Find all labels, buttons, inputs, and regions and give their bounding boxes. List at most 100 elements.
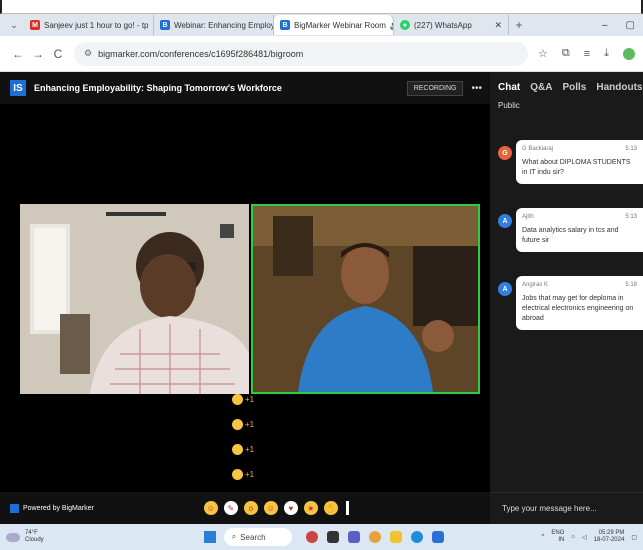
sender-name: Angiras K [522, 282, 549, 288]
chat-message-list: G G Backiaraj 5:13 What about DIPLOMA ST… [490, 138, 643, 342]
cloud-icon [6, 532, 20, 542]
reaction-divider [345, 501, 349, 515]
recording-badge: RECORDING [406, 80, 464, 96]
profile-avatar[interactable] [623, 47, 635, 60]
chat-message: A Ajith 5:13 Data analytics salary in tc… [490, 206, 643, 274]
language-indicator[interactable]: ENG IN [551, 530, 564, 544]
bookmark-star-icon[interactable]: ☆ [538, 47, 548, 60]
window-top-edge [0, 0, 643, 14]
windows-start-icon[interactable] [203, 531, 216, 543]
url-field[interactable]: ⚙ bigmarker.com/conferences/c1695f286481… [74, 41, 528, 66]
chat-channel-public[interactable]: Public [490, 93, 643, 118]
search-placeholder: Search [240, 532, 266, 542]
chat-message: G G Backiaraj 5:13 What about DIPLOMA ST… [490, 138, 643, 206]
taskbar-apps [305, 531, 444, 543]
site-info-icon[interactable]: ⚙ [84, 48, 92, 59]
tray-chevron-icon[interactable]: ^ [542, 534, 545, 540]
presenter-1-video [20, 204, 249, 394]
webinar-logo: IS [10, 80, 26, 96]
webinar-title: Enhancing Employability: Shaping Tomorro… [34, 83, 282, 93]
tab-qa[interactable]: Q&A [530, 82, 552, 93]
chat-bubble: G Backiaraj 5:13 What about DIPLOMA STUD… [516, 140, 643, 185]
more-options-button[interactable]: ••• [471, 83, 482, 94]
bigmarker-icon: B [160, 20, 170, 30]
chrome-icon[interactable] [368, 531, 381, 543]
wow-reaction-icon[interactable]: o [243, 501, 258, 515]
message-text: Data analytics salary in tcs and future … [522, 227, 619, 245]
forward-icon[interactable]: → [28, 47, 48, 61]
thumbs-reaction-icon[interactable]: ✋ [323, 501, 338, 515]
url-text: bigmarker.com/conferences/c1695f286481/b… [98, 48, 304, 59]
new-tab-icon[interactable]: + [509, 18, 529, 32]
tab-polls[interactable]: Polls [562, 82, 586, 93]
message-text: Jobs that may get for deploma in electri… [522, 295, 634, 323]
video-tile-presenter-2[interactable] [251, 204, 480, 394]
volume-icon[interactable]: ◁ [582, 534, 587, 541]
search-icon: ⌕ [231, 532, 237, 541]
smiley-icon [232, 394, 243, 405]
emoji-reaction: +1 [232, 419, 254, 430]
minimize-icon[interactable]: – [602, 20, 608, 31]
browser-tab-bar: ⌄ M Sanjeev just 1 hour to go! - tp ✕ B … [0, 14, 643, 36]
emoji-reaction: +1 [232, 394, 254, 405]
taskbar-search[interactable]: ⌕ Search [223, 528, 292, 546]
message-meta: Ajith 5:13 [522, 214, 637, 220]
chat-message-input[interactable]: Type your message here... [490, 492, 643, 524]
tab-search-chevron-icon[interactable]: ⌄ [4, 20, 24, 31]
webinar-header: IS Enhancing Employability: Shaping Tomo… [0, 72, 490, 104]
back-icon[interactable]: ← [8, 47, 28, 61]
file-explorer-icon[interactable] [389, 531, 402, 543]
laugh-reaction-icon[interactable]: ☺ [203, 501, 218, 515]
gmail-icon: M [30, 20, 40, 30]
smile-reaction-icon[interactable]: ☺ [263, 501, 278, 515]
chat-message: A Angiras K 5:18 Jobs that may get for d… [490, 274, 643, 342]
avatar: G [498, 146, 512, 160]
party-reaction-icon[interactable]: ★ [303, 501, 318, 515]
widget-app-icon[interactable] [305, 531, 318, 543]
tab-gmail[interactable]: M Sanjeev just 1 hour to go! - tp ✕ [24, 15, 154, 35]
bigmarker-icon: B [280, 20, 290, 30]
maximize-icon[interactable]: ▢ [626, 20, 635, 31]
weather-widget[interactable]: 74°F Cloudy [6, 530, 44, 544]
heart-reaction-icon[interactable]: ♥ [283, 501, 298, 515]
chat-bubble: Angiras K 5:18 Jobs that may get for dep… [516, 276, 643, 331]
network-icon[interactable]: ⌂ [571, 534, 575, 540]
tab-handouts[interactable]: Handouts [596, 82, 642, 93]
store-icon[interactable] [431, 531, 444, 543]
tab-whatsapp[interactable]: ● (227) WhatsApp ✕ [394, 15, 509, 35]
edge-icon[interactable] [410, 531, 423, 543]
emoji-reaction: +1 [232, 469, 254, 480]
powered-by-link[interactable]: Powered by BigMarker [10, 503, 94, 513]
chat-panel: Chat Q&A Polls Handouts Public G G Backi… [490, 72, 643, 524]
tab-label: Webinar: Enhancing Employabil [174, 20, 273, 30]
reading-list-icon[interactable]: ≡ [584, 48, 590, 60]
emoji-reaction: +1 [232, 444, 254, 455]
weather-desc: Cloudy [25, 537, 44, 543]
chat-tab-bar: Chat Q&A Polls Handouts [490, 72, 643, 93]
tab-label: BigMarker Webinar Room [294, 20, 386, 30]
message-time: 5:13 [625, 146, 637, 152]
task-view-icon[interactable] [326, 531, 339, 543]
teams-icon[interactable] [347, 531, 360, 543]
tab-webinar[interactable]: B Webinar: Enhancing Employabil ✕ [154, 15, 274, 35]
notification-icon[interactable]: ▢ [631, 534, 637, 541]
download-icon[interactable]: ⤓ [604, 47, 609, 60]
video-tile-presenter-1[interactable] [20, 204, 249, 394]
tab-label: Sanjeev just 1 hour to go! - tp [44, 20, 149, 30]
message-time: 5:13 [625, 214, 637, 220]
bigmarker-icon [10, 503, 19, 513]
address-bar: ← → C ⚙ bigmarker.com/conferences/c1695f… [0, 36, 643, 72]
reload-icon[interactable]: C [48, 47, 68, 61]
tab-bigmarker-room[interactable]: B BigMarker Webinar Room 🔊 ✕ [274, 15, 394, 35]
clap-reaction-icon[interactable]: ✎ [223, 501, 238, 515]
message-text: What about DIPLOMA STUDENTS in IT indu s… [522, 159, 631, 177]
clock[interactable]: 05:29 PM 18-07-2024 [594, 530, 625, 544]
emoji-reaction-stack: +1 +1 +1 +1 [232, 394, 254, 480]
webinar-app: IS Enhancing Employability: Shaping Tomo… [0, 72, 643, 524]
browser-tools: ☆ ⧉ ≡ ⤓ [538, 47, 635, 60]
close-icon[interactable]: ✕ [494, 20, 502, 31]
sender-name: G Backiaraj [522, 146, 554, 152]
extensions-icon[interactable]: ⧉ [562, 47, 570, 60]
avatar: A [498, 214, 512, 228]
tab-chat[interactable]: Chat [498, 82, 520, 93]
